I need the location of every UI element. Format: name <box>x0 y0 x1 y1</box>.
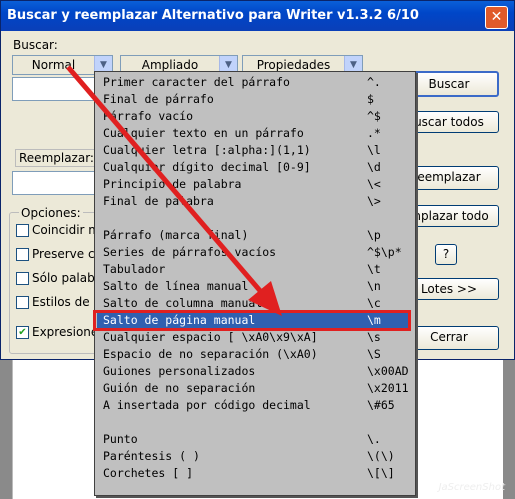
watermark: JaScreenShot <box>438 482 505 493</box>
arrow-shaft <box>66 65 264 295</box>
annotation-arrow <box>66 65 282 316</box>
